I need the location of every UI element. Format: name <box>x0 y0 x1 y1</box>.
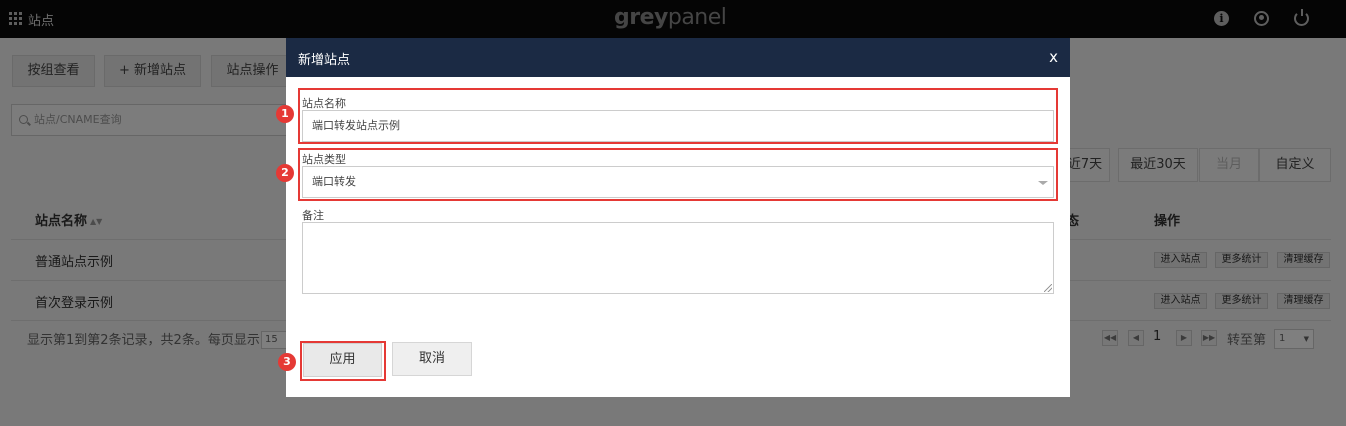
dialog-header: 新增站点 x <box>286 38 1070 77</box>
step-1-badge: 1 <box>276 105 294 123</box>
step1-highlight <box>298 88 1058 144</box>
close-icon[interactable]: x <box>1049 49 1058 65</box>
step-3-badge: 3 <box>278 353 296 371</box>
cancel-button[interactable]: 取消 <box>392 342 472 376</box>
step-2-badge: 2 <box>276 164 294 182</box>
step3-highlight <box>300 341 386 381</box>
resize-handle-icon[interactable] <box>1044 284 1052 292</box>
dialog-title: 新增站点 <box>298 53 351 68</box>
note-textarea[interactable] <box>302 222 1054 294</box>
add-site-dialog: 新增站点 x 站点名称 端口转发站点示例 站点类型 端口转发 备注 应用 取消 <box>286 38 1070 397</box>
note-label: 备注 <box>302 209 324 222</box>
step2-highlight <box>298 148 1058 201</box>
